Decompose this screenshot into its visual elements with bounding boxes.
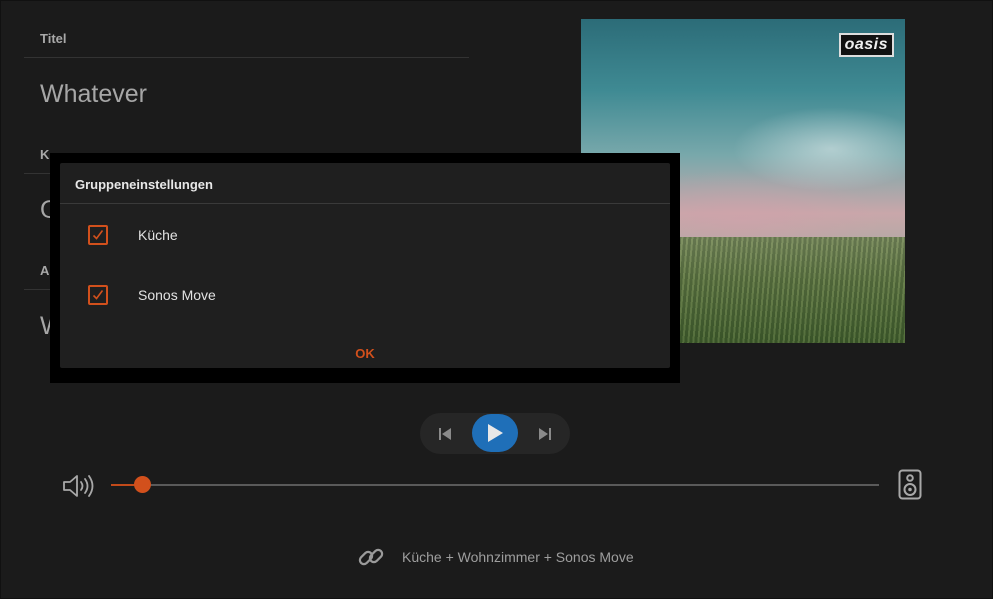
- play-button[interactable]: [472, 414, 518, 452]
- speaker-icon[interactable]: [898, 469, 922, 500]
- group-settings-dialog: Gruppeneinstellungen Küche Sonos Move OK: [60, 163, 670, 368]
- next-button[interactable]: [528, 413, 562, 454]
- group-item-kueche[interactable]: Küche: [88, 224, 178, 246]
- group-members: Küche + Wohnzimmer + Sonos Move: [402, 549, 634, 565]
- player-window: Titel Whatever K O A W oasis: [0, 0, 993, 599]
- band-logo: oasis: [838, 33, 894, 57]
- checkbox-kueche[interactable]: [88, 225, 108, 245]
- skip-previous-icon: [439, 427, 451, 440]
- title-label: Titel: [24, 19, 469, 58]
- transport-controls: [420, 413, 570, 454]
- volume-thumb[interactable]: [133, 476, 151, 493]
- checkbox-sonos-move[interactable]: [88, 285, 108, 305]
- volume-slider[interactable]: [111, 476, 879, 493]
- group-item-label: Sonos Move: [138, 287, 216, 303]
- group-item-sonos-move[interactable]: Sonos Move: [88, 284, 216, 306]
- dialog-title: Gruppeneinstellungen: [60, 163, 670, 204]
- volume-icon[interactable]: [62, 473, 96, 499]
- group-item-label: Küche: [138, 227, 178, 243]
- checkmark-icon: [92, 290, 104, 300]
- link-icon: [358, 548, 384, 566]
- previous-button[interactable]: [428, 413, 462, 454]
- checkmark-icon: [92, 230, 104, 240]
- group-bar[interactable]: Küche + Wohnzimmer + Sonos Move: [356, 542, 634, 572]
- title-value: Whatever: [40, 80, 147, 108]
- ok-button[interactable]: OK: [60, 346, 670, 361]
- skip-next-icon: [539, 427, 551, 440]
- play-icon: [488, 424, 503, 442]
